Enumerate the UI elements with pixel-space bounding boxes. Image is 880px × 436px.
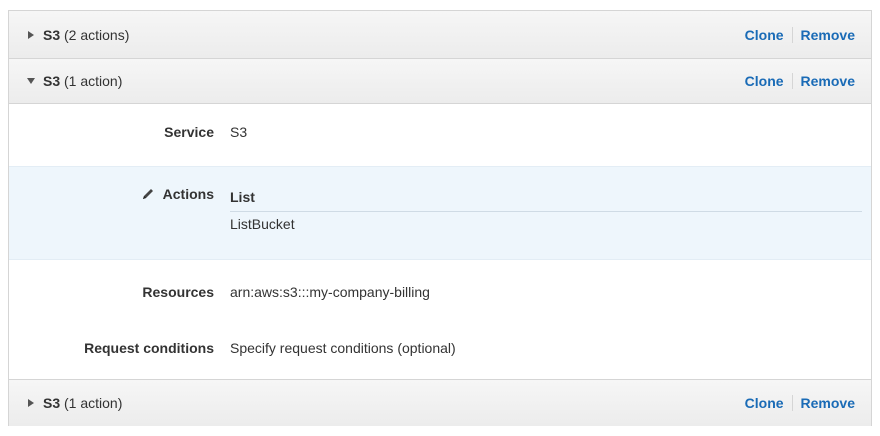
remove-button[interactable]: Remove bbox=[801, 73, 855, 89]
actions-label-group: Actions bbox=[141, 186, 214, 202]
caret-right-icon[interactable] bbox=[25, 397, 37, 409]
resources-value: arn:aws:s3:::my-company-billing bbox=[230, 284, 430, 300]
block-count: (1 action) bbox=[64, 73, 123, 89]
block-actions: Clone Remove bbox=[745, 395, 855, 411]
caret-down-icon[interactable] bbox=[25, 75, 37, 87]
block-actions: Clone Remove bbox=[745, 73, 855, 89]
block-service: S3 bbox=[43, 26, 61, 43]
block-service: S3 bbox=[43, 395, 61, 411]
divider bbox=[791, 26, 793, 43]
pencil-icon[interactable] bbox=[141, 187, 155, 201]
block-header-1[interactable]: S3 (2 actions) Clone Remove bbox=[9, 11, 871, 59]
resources-row: Resources arn:aws:s3:::my-company-billin… bbox=[9, 279, 871, 307]
resources-label: Resources bbox=[142, 284, 214, 300]
service-value: S3 bbox=[230, 124, 248, 140]
block-title: S3 (2 actions) bbox=[43, 27, 129, 43]
block-header-3[interactable]: S3 (1 action) Clone Remove bbox=[9, 379, 871, 426]
block-actions: Clone Remove bbox=[745, 26, 855, 43]
block-header-2[interactable]: S3 (1 action) Clone Remove bbox=[9, 59, 871, 104]
block-count: (1 action) bbox=[64, 395, 123, 411]
actions-value: ListBucket bbox=[230, 216, 295, 232]
caret-right-icon[interactable] bbox=[25, 29, 37, 41]
clone-button[interactable]: Clone bbox=[745, 27, 784, 43]
service-row: Service S3 bbox=[9, 119, 871, 147]
specify-conditions-link[interactable]: Specify request conditions (optional) bbox=[230, 340, 456, 356]
actions-row[interactable]: Actions List ListBucket bbox=[9, 166, 871, 260]
conditions-label: Request conditions bbox=[84, 340, 214, 356]
block-title: S3 (1 action) bbox=[43, 395, 122, 411]
actions-group-heading: List bbox=[230, 189, 862, 212]
service-label: Service bbox=[164, 124, 214, 140]
conditions-row: Request conditions Specify request condi… bbox=[9, 335, 871, 363]
divider bbox=[791, 395, 793, 411]
divider bbox=[791, 73, 793, 89]
block-service: S3 bbox=[43, 73, 61, 89]
clone-button[interactable]: Clone bbox=[745, 73, 784, 89]
actions-label: Actions bbox=[162, 186, 214, 202]
block-count: (2 actions) bbox=[64, 26, 130, 43]
remove-button[interactable]: Remove bbox=[801, 395, 855, 411]
block-title: S3 (1 action) bbox=[43, 73, 122, 89]
permissions-panel: S3 (2 actions) Clone Remove S3 (1 action… bbox=[8, 10, 872, 426]
remove-button[interactable]: Remove bbox=[801, 27, 855, 43]
clone-button[interactable]: Clone bbox=[745, 395, 784, 411]
